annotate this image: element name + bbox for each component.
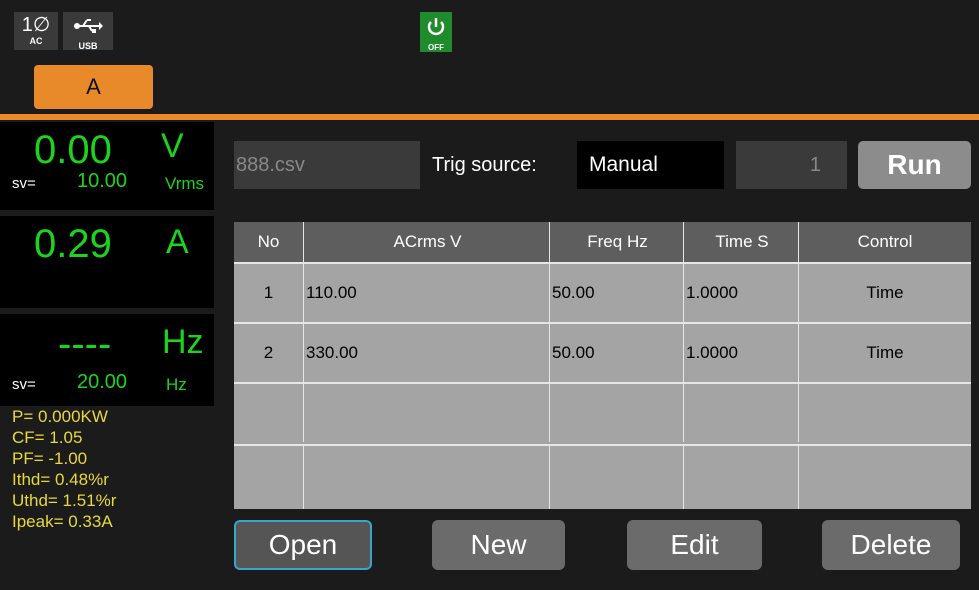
new-button[interactable]: New <box>432 520 565 570</box>
edit-button[interactable]: Edit <box>627 520 762 570</box>
table-row[interactable] <box>234 444 971 509</box>
trig-source-select[interactable]: Manual <box>577 141 724 189</box>
stat-crest-factor: CF= 1.05 <box>12 428 83 447</box>
column-header-time: Time S <box>684 222 799 262</box>
frequency-setvalue: 20.00 <box>77 371 128 393</box>
header-divider <box>0 114 979 120</box>
frequency-unit: Hz <box>162 323 204 361</box>
phase-sub-label: AC <box>29 36 43 46</box>
trig-source-label: Trig source: <box>432 154 537 176</box>
ac-phase-icon: 1∅ AC <box>14 12 58 50</box>
voltage-panel: 0.00 V sv= 10.00 Vrms <box>0 122 214 210</box>
stat-power: P= 0.000KW <box>12 407 108 426</box>
table-row[interactable]: 2 330.00 50.00 1.0000 Time <box>234 322 971 382</box>
column-header-no: No <box>234 222 304 262</box>
column-header-freq: Freq Hz <box>550 222 684 262</box>
phase-label: 1∅ <box>21 14 51 36</box>
power-stats: P= 0.000KW CF= 1.05 PF= -1.00 Ithd= 0.48… <box>12 406 217 532</box>
current-value: 0.29 <box>34 222 112 266</box>
cell-no <box>234 384 304 442</box>
frequency-setvalue-unit: Hz <box>166 375 187 394</box>
cell-acrms[interactable] <box>304 384 550 442</box>
cell-time[interactable]: 1.0000 <box>684 264 799 322</box>
cell-freq[interactable] <box>550 446 684 509</box>
sequence-table: No ACrms V Freq Hz Time S Control 1 110.… <box>234 222 971 509</box>
voltage-sv-label: sv= <box>12 175 36 192</box>
cell-time[interactable] <box>684 384 799 442</box>
frequency-panel: ---- Hz sv= 20.00 Hz <box>0 314 214 406</box>
usb-symbol-icon <box>74 19 103 33</box>
power-state-label: OFF <box>428 43 444 52</box>
cell-no: 1 <box>234 264 304 322</box>
stat-ipeak: Ipeak= 0.33A <box>12 512 113 531</box>
open-button[interactable]: Open <box>234 520 372 570</box>
cell-acrms[interactable]: 110.00 <box>304 264 550 322</box>
cell-freq[interactable] <box>550 384 684 442</box>
usb-icon: USB <box>63 12 113 51</box>
table-header: No ACrms V Freq Hz Time S Control <box>234 222 971 262</box>
frequency-sv-label: sv= <box>12 376 36 393</box>
stat-power-factor: PF= -1.00 <box>12 449 88 468</box>
frequency-value: ---- <box>58 322 112 366</box>
cell-time[interactable]: 1.0000 <box>684 324 799 382</box>
cell-control[interactable] <box>799 446 971 509</box>
column-header-control: Control <box>857 232 913 251</box>
cell-time[interactable] <box>684 446 799 509</box>
stat-ithd: Ithd= 0.48%r <box>12 470 109 489</box>
cell-control[interactable]: Time <box>799 264 971 322</box>
voltage-setvalue-unit: Vrms <box>165 174 205 193</box>
column-header-acrms: ACrms V <box>304 222 550 262</box>
repeat-count-field[interactable]: 1 <box>736 141 847 189</box>
current-unit: A <box>166 223 189 261</box>
power-symbol-icon <box>427 18 445 36</box>
run-button[interactable]: Run <box>858 141 971 189</box>
current-panel: 0.29 A <box>0 216 214 308</box>
cell-control[interactable] <box>799 384 971 442</box>
table-row[interactable] <box>234 382 971 442</box>
cell-control[interactable]: Time <box>799 324 971 382</box>
cell-freq[interactable]: 50.00 <box>550 264 684 322</box>
usb-label: USB <box>78 41 98 51</box>
cell-acrms[interactable]: 330.00 <box>304 324 550 382</box>
channel-tab-a[interactable]: A <box>34 65 153 109</box>
file-name-field[interactable]: 888.csv <box>234 141 420 189</box>
cell-acrms[interactable] <box>304 446 550 509</box>
table-row[interactable]: 1 110.00 50.00 1.0000 Time <box>234 262 971 322</box>
output-power-icon[interactable]: OFF <box>420 12 452 52</box>
cell-freq[interactable]: 50.00 <box>550 324 684 382</box>
voltage-setvalue: 10.00 <box>77 170 128 192</box>
stat-uthd: Uthd= 1.51%r <box>12 491 117 510</box>
voltage-value: 0.00 <box>34 128 112 172</box>
cell-no: 2 <box>234 324 304 382</box>
delete-button[interactable]: Delete <box>822 520 960 570</box>
voltage-unit: V <box>161 127 184 165</box>
cell-no <box>234 446 304 509</box>
